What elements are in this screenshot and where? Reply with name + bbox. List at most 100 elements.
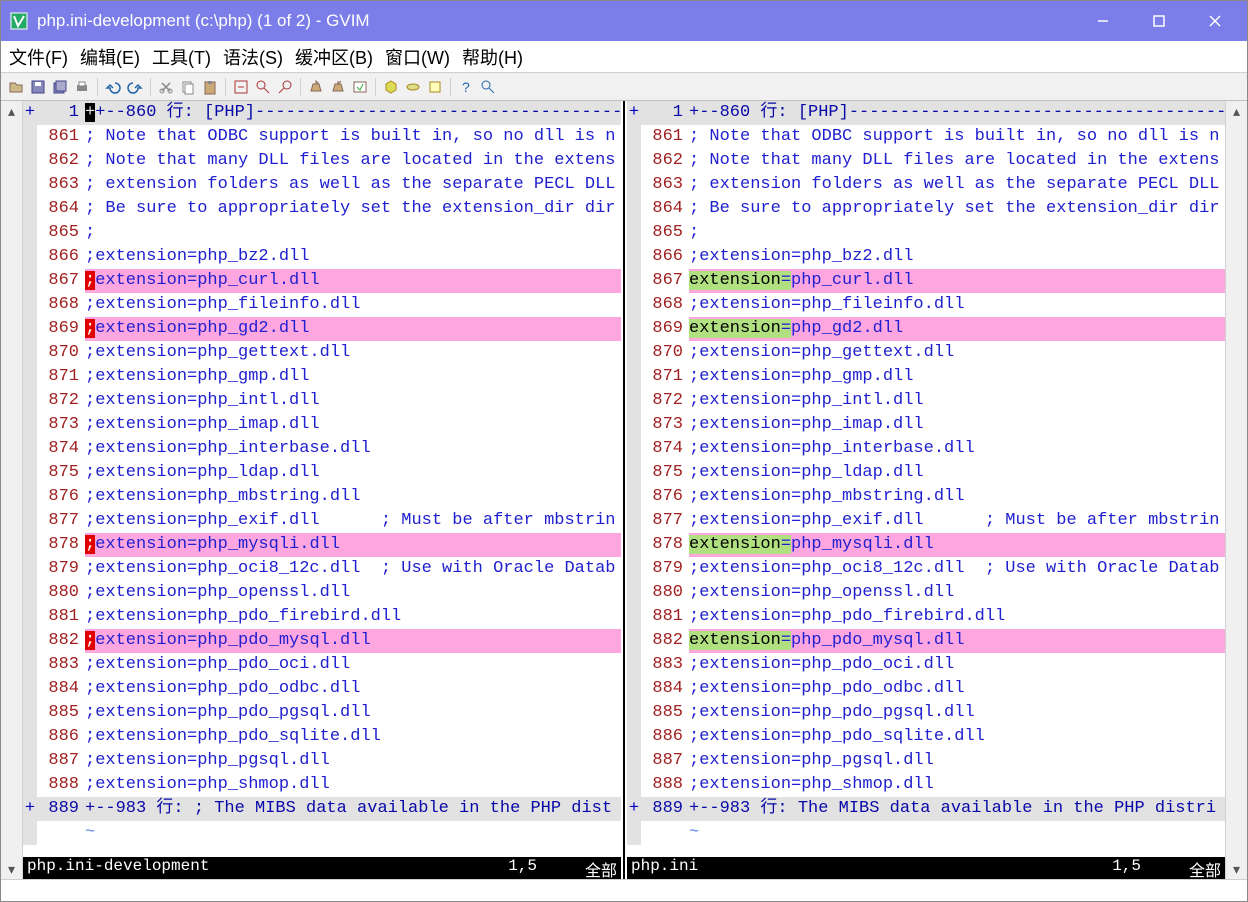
fold-header[interactable]: +--860 行: [PHP]-------------------------… — [689, 101, 1225, 125]
code-line: ;extension=php_interbase.dll — [85, 437, 621, 461]
menu-help[interactable]: 帮助(H) — [462, 44, 523, 70]
menu-window[interactable]: 窗口(W) — [385, 44, 450, 70]
fold-header[interactable]: +--983 行: The MIBS data available in the… — [689, 797, 1225, 821]
code-line: ;extension=php_pdo_firebird.dll — [689, 605, 1225, 629]
status-filename: php.ini-development — [27, 857, 508, 879]
redo-icon[interactable] — [125, 77, 145, 97]
code-line: ; Note that many DLL files are located i… — [85, 149, 621, 173]
code-line: ;extension=php_gmp.dll — [689, 365, 1225, 389]
loadsess-icon[interactable] — [306, 77, 326, 97]
findhelp-icon[interactable] — [478, 77, 498, 97]
code-line: ;extension=php_ldap.dll — [689, 461, 1225, 485]
code-line: ;extension=php_pdo_oci.dll — [689, 653, 1225, 677]
window-title: php.ini-development (c:\php) (1 of 2) - … — [37, 11, 1075, 31]
replace-icon[interactable] — [231, 77, 251, 97]
fold-header[interactable]: +--983 行: ; The MIBS data available in t… — [85, 797, 621, 821]
menu-tools[interactable]: 工具(T) — [152, 44, 211, 70]
code-line: ; Be sure to appropriately set the exten… — [689, 197, 1225, 221]
code-line: ;extension=php_imap.dll — [689, 413, 1225, 437]
code-line: ;extension=php_gettext.dll — [85, 341, 621, 365]
titlebar: php.ini-development (c:\php) (1 of 2) - … — [1, 1, 1247, 41]
menu-buffers[interactable]: 缓冲区(B) — [295, 44, 373, 70]
code-line: ;extension=php_gettext.dll — [689, 341, 1225, 365]
linenum: 886 — [37, 725, 85, 749]
toolbar-separator — [97, 78, 98, 96]
linenum: 869 — [37, 317, 85, 341]
linenum: 867 — [641, 269, 689, 293]
minimize-button[interactable] — [1075, 1, 1131, 41]
linenum: 872 — [641, 389, 689, 413]
make-icon[interactable] — [381, 77, 401, 97]
code-line: ; Be sure to appropriately set the exten… — [85, 197, 621, 221]
scroll-up-icon[interactable]: ▴ — [2, 101, 22, 121]
status-percent: 全部 — [1141, 857, 1221, 879]
diff-line: extension=php_gd2.dll — [95, 319, 309, 338]
close-button[interactable] — [1187, 1, 1243, 41]
code-line: ; extension folders as well as the separ… — [689, 173, 1225, 197]
linenum: 884 — [641, 677, 689, 701]
save-icon[interactable] — [28, 77, 48, 97]
menu-syntax[interactable]: 语法(S) — [223, 44, 283, 70]
code-line: ;extension=php_imap.dll — [85, 413, 621, 437]
scrollbar-left[interactable]: ▴ ▾ — [1, 101, 23, 879]
toolbar-separator — [375, 78, 376, 96]
command-line[interactable] — [1, 879, 1247, 901]
linenum: 881 — [641, 605, 689, 629]
menubar: 文件(F) 编辑(E) 工具(T) 语法(S) 缓冲区(B) 窗口(W) 帮助(… — [1, 41, 1247, 73]
maximize-button[interactable] — [1131, 1, 1187, 41]
linenum: 862 — [37, 149, 85, 173]
undo-icon[interactable] — [103, 77, 123, 97]
paste-icon[interactable] — [200, 77, 220, 97]
pane-left[interactable]: +1++--860 行: [PHP]----------------------… — [23, 101, 621, 879]
fold-header[interactable]: +--860 行: [PHP]-------------------------… — [95, 103, 621, 122]
statusline-right: php.ini 1,5 全部 — [627, 857, 1225, 879]
linenum: 878 — [37, 533, 85, 557]
linenum: 876 — [641, 485, 689, 509]
menu-edit[interactable]: 编辑(E) — [80, 44, 140, 70]
svg-text:?: ? — [462, 79, 470, 95]
print-icon[interactable] — [72, 77, 92, 97]
statusline-left: php.ini-development 1,5 全部 — [23, 857, 621, 879]
linenum: 888 — [641, 773, 689, 797]
toolbar-separator — [300, 78, 301, 96]
linenum: 880 — [37, 581, 85, 605]
copy-icon[interactable] — [178, 77, 198, 97]
code-line: ; — [689, 221, 1225, 245]
linenum: 868 — [37, 293, 85, 317]
menu-file[interactable]: 文件(F) — [9, 44, 68, 70]
scrollbar-right[interactable]: ▴ ▾ — [1225, 101, 1247, 879]
code-line: ; extension folders as well as the separ… — [85, 173, 621, 197]
code-line: ;extension=php_pdo_oci.dll — [85, 653, 621, 677]
open-icon[interactable] — [6, 77, 26, 97]
vim-icon — [9, 11, 29, 31]
findprev-icon[interactable] — [275, 77, 295, 97]
toolbar: ? — [1, 73, 1247, 101]
code-line: ;extension=php_pdo_pgsql.dll — [85, 701, 621, 725]
linenum: 881 — [37, 605, 85, 629]
status-filename: php.ini — [631, 857, 1112, 879]
shell-icon[interactable] — [403, 77, 423, 97]
code-line: ;extension=php_interbase.dll — [689, 437, 1225, 461]
diff-line: php_mysqli.dll — [791, 535, 934, 554]
code-line: ;extension=php_intl.dll — [85, 389, 621, 413]
ctags-icon[interactable] — [425, 77, 445, 97]
scroll-down-icon[interactable]: ▾ — [1227, 859, 1247, 879]
findnext-icon[interactable] — [253, 77, 273, 97]
linenum: 873 — [37, 413, 85, 437]
runscript-icon[interactable] — [350, 77, 370, 97]
pane-right[interactable]: +1+--860 行: [PHP]-----------------------… — [627, 101, 1225, 879]
linenum: 875 — [37, 461, 85, 485]
scroll-up-icon[interactable]: ▴ — [1227, 101, 1247, 121]
linenum: 870 — [37, 341, 85, 365]
linenum: 872 — [37, 389, 85, 413]
saveall-icon[interactable] — [50, 77, 70, 97]
code-line: ; — [85, 221, 621, 245]
linenum: 1 — [37, 101, 85, 125]
help-icon[interactable]: ? — [456, 77, 476, 97]
linenum: 886 — [641, 725, 689, 749]
scroll-down-icon[interactable]: ▾ — [2, 859, 22, 879]
savesess-icon[interactable] — [328, 77, 348, 97]
cut-icon[interactable] — [156, 77, 176, 97]
linenum: 866 — [37, 245, 85, 269]
diff-line: extension=php_mysqli.dll — [95, 535, 340, 554]
